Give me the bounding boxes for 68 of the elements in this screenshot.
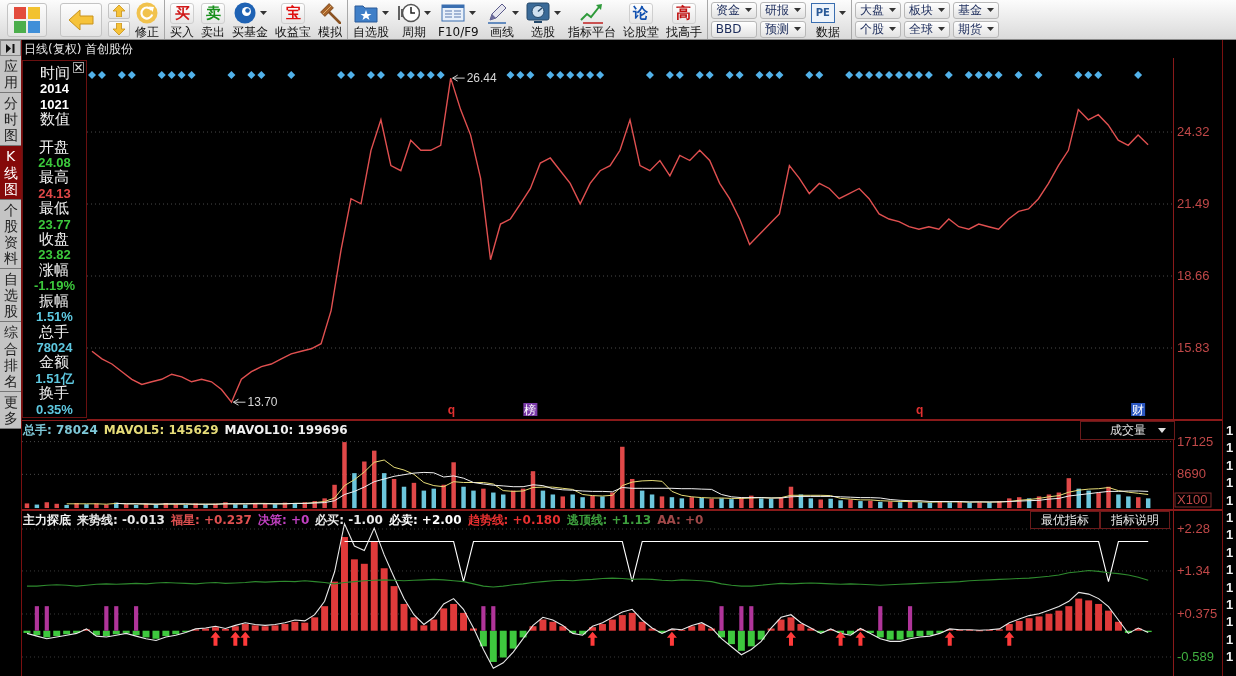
axis-label: 17125: [1177, 433, 1214, 449]
legend-item: MAVOL5: 145629: [103, 422, 219, 438]
legend-item: 来势线: -0.013: [77, 512, 165, 528]
info-label: 数值: [39, 112, 70, 128]
axis-label: 18.66: [1177, 268, 1210, 283]
character-tile: 宝: [281, 2, 305, 24]
axis-label: 8690: [1177, 466, 1206, 482]
info-label: 时间: [39, 66, 70, 82]
info-label: 换手: [39, 386, 70, 402]
axis-label: -0.589: [1177, 649, 1214, 664]
info-value: 23.77: [38, 216, 71, 232]
quote-digit: 1: [1225, 422, 1234, 440]
legend-item: 必卖: +2.00: [388, 512, 462, 528]
info-label: 振幅: [39, 293, 70, 310]
unit-label: X100: [1174, 492, 1212, 508]
quote-digit: 1: [1225, 561, 1234, 579]
legend-item: 总手: 78024: [23, 422, 98, 438]
quote-digit: 1: [1225, 543, 1234, 562]
info-value: 78024: [36, 339, 73, 355]
info-value: 24.13: [38, 185, 71, 201]
axis-label: 24.32: [1177, 124, 1210, 140]
info-value: 2014: [40, 81, 69, 97]
info-label: 涨幅: [39, 262, 70, 279]
axis-label: +2.28: [1177, 521, 1210, 536]
quote-digit: 1: [1225, 613, 1234, 631]
legend-item: MAVOL10: 199696: [224, 422, 348, 438]
axis-label: 15.83: [1177, 340, 1210, 355]
quote-digit: 1: [1225, 474, 1234, 492]
legend-item: AA: +0: [657, 512, 704, 528]
legend-item: 趋势线: +0.180: [467, 512, 561, 528]
chart-title: 日线(复权) 首创股份: [24, 40, 134, 58]
quote-digit: 1: [1225, 578, 1234, 597]
legend-item: 必买: -1.00: [315, 512, 383, 528]
info-label: 收盘: [39, 232, 70, 248]
legend-item: 决策: +0: [257, 512, 310, 528]
quote-digit: 1: [1225, 509, 1234, 527]
info-value: 1.51%: [36, 309, 73, 325]
document-tile: PE: [810, 3, 835, 23]
info-value: 23.82: [38, 247, 71, 263]
character-tile: 卖: [201, 2, 225, 24]
axis-label: 21.49: [1177, 196, 1210, 211]
quote-digit: 1: [1225, 526, 1234, 544]
legend-item: 逃顶线: +1.13: [566, 512, 652, 528]
indicator-title: 主力探底: [23, 512, 71, 528]
info-label: 金额: [39, 355, 70, 371]
info-value: -1.19%: [33, 278, 76, 294]
legend-item: 福星: +0.237: [170, 512, 252, 528]
info-label: 最高: [39, 170, 70, 186]
quote-digit: 1: [1225, 596, 1234, 614]
character-tile: 论: [628, 2, 653, 24]
y-axis-title: X100: [1177, 492, 1208, 507]
info-value: 0.35%: [36, 401, 73, 417]
character-tile: 高: [671, 2, 696, 24]
info-label: 开盘: [39, 139, 70, 156]
quote-digit: 1: [1225, 630, 1234, 649]
price-label: 13.70: [247, 395, 278, 410]
info-label: 最低: [39, 201, 70, 217]
axis-label: +1.34: [1177, 562, 1210, 578]
quote-digit: 1: [1225, 439, 1234, 457]
quote-digit: 1: [1225, 491, 1234, 510]
quote-digit: 1: [1225, 648, 1234, 666]
quote-digit: 1: [1225, 456, 1234, 475]
info-label: 总手: [39, 324, 70, 340]
price-label: 26.44: [466, 71, 497, 86]
info-value: 1.51亿: [35, 370, 74, 386]
character-tile: 买: [170, 2, 194, 24]
axis-label: +0.375: [1177, 606, 1218, 621]
info-value: 1021: [40, 96, 69, 112]
